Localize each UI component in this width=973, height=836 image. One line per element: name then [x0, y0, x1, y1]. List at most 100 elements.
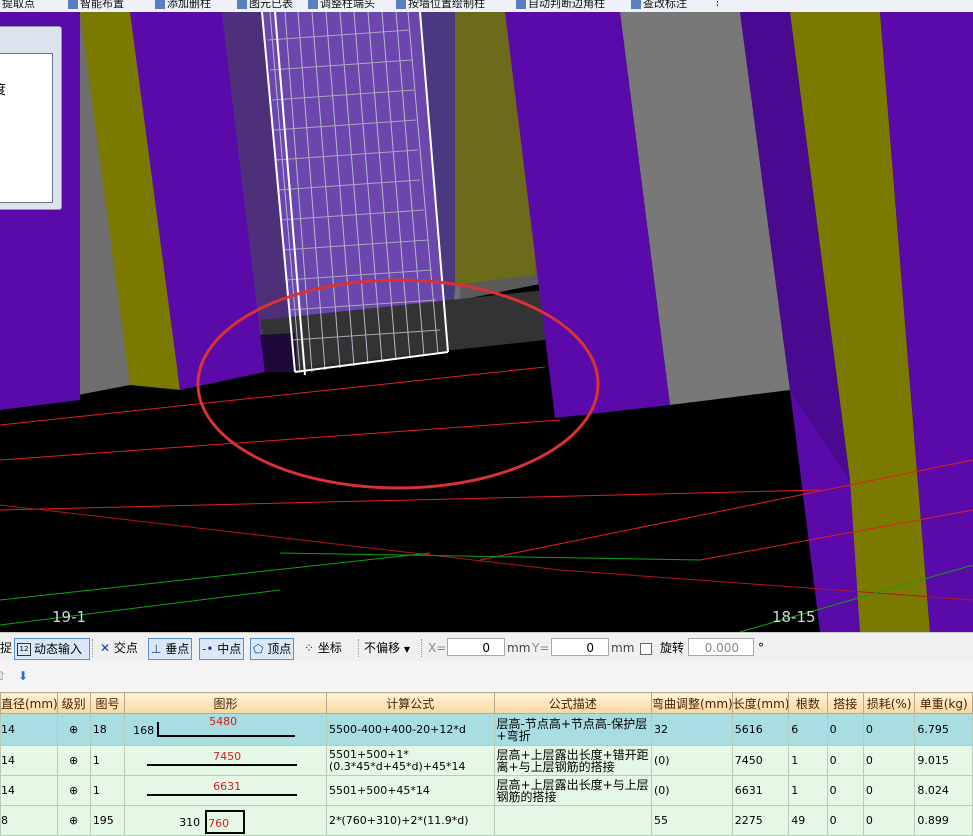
- coordinate-button[interactable]: ⁘ 坐标: [302, 638, 344, 658]
- popup-content: [0, 53, 53, 203]
- 3d-viewport[interactable]: 度 19-1 18-15: [0, 12, 973, 632]
- cell-loss[interactable]: 0: [862, 775, 916, 806]
- cell-loss[interactable]: 0: [862, 745, 916, 776]
- table-row[interactable]: 14 ⊕ 1 6631 5501+500+45*14 层高+上层露出长度+与上层…: [0, 775, 973, 806]
- col-length[interactable]: 长度(mm): [731, 692, 790, 714]
- cell-loss[interactable]: 0: [862, 713, 916, 746]
- toolbar-item-4[interactable]: 调整柱端头: [308, 0, 375, 11]
- toolbar-item-1[interactable]: 智能布置: [68, 0, 124, 11]
- col-bend-adjust[interactable]: 弯曲调整(mm): [650, 692, 733, 714]
- cell-shape[interactable]: 6631: [124, 775, 327, 806]
- perpendicular-button[interactable]: ⊥ 垂点: [148, 638, 193, 660]
- cell-bend-adjust[interactable]: 55: [650, 805, 733, 836]
- cell-formula[interactable]: 2*(760+310)+2*(11.9*d): [325, 805, 495, 836]
- cell-fig-no[interactable]: 195: [89, 805, 126, 836]
- cell-fig-no[interactable]: 1: [89, 745, 126, 776]
- cell-fig-no[interactable]: 1: [89, 775, 126, 806]
- cell-length[interactable]: 6631: [731, 775, 790, 806]
- cell-description[interactable]: 层高+上层露出长度+与上层钢筋的搭接: [493, 775, 652, 806]
- x-label: X=: [428, 641, 447, 655]
- cell-shape[interactable]: 168 5480: [124, 713, 327, 746]
- cell-description[interactable]: 层高-节点高+节点高-保护层+弯折: [493, 713, 652, 746]
- vertex-button[interactable]: ⬠ 顶点: [250, 638, 295, 660]
- y-coordinate-input[interactable]: 0: [551, 638, 609, 656]
- cell-bend-adjust[interactable]: 32: [650, 713, 733, 746]
- cell-diameter[interactable]: 14: [0, 745, 58, 776]
- toolbar-item-6[interactable]: 自动判断边角柱: [516, 0, 605, 11]
- y-unit: mm: [611, 641, 635, 655]
- cell-length[interactable]: 5616: [731, 713, 790, 746]
- cell-formula[interactable]: 5500-400+400-20+12*d: [325, 713, 495, 746]
- cell-unit-weight[interactable]: 8.024: [914, 775, 973, 806]
- table-row[interactable]: 14 ⊕ 1 7450 5501+500+1*(0.3*45*d+45*d)+4…: [0, 745, 973, 776]
- cell-fig-no[interactable]: 18: [89, 713, 126, 746]
- col-diameter[interactable]: 直径(mm): [0, 692, 58, 714]
- midpoint-button[interactable]: -• 中点: [199, 638, 245, 660]
- cell-diameter[interactable]: 8: [0, 805, 58, 836]
- toolbar-item-0[interactable]: 提取点: [2, 0, 35, 11]
- cell-formula[interactable]: 5501+500+1*(0.3*45*d+45*d)+45*14: [325, 745, 495, 776]
- toolbar-item-3[interactable]: 图元已表: [237, 0, 293, 11]
- cell-grade[interactable]: ⊕: [56, 805, 91, 836]
- properties-popup: 度: [0, 26, 62, 210]
- rotate-label: 旋转: [660, 641, 685, 655]
- cell-unit-weight[interactable]: 9.015: [914, 745, 973, 776]
- cell-diameter[interactable]: 14: [0, 713, 58, 746]
- toolbar-more[interactable]: ⋮: [712, 0, 723, 8]
- 3d-scene: [0, 12, 973, 632]
- down-arrow-icon[interactable]: ⬇: [18, 669, 28, 683]
- pin-icon[interactable]: ⇧: [0, 669, 6, 683]
- col-grade[interactable]: 级别: [56, 692, 91, 714]
- x-coordinate-input[interactable]: 0: [447, 638, 505, 656]
- offset-select[interactable]: 不偏移 ▼: [362, 638, 421, 658]
- cell-shape[interactable]: 7450: [124, 745, 327, 776]
- cell-shape[interactable]: 310 760: [124, 805, 327, 836]
- rebar-table: 直径(mm) 级别 图号 图形 计算公式 公式描述 弯曲调整(mm) 长度(mm…: [0, 692, 973, 836]
- cell-length[interactable]: 7450: [731, 745, 790, 776]
- dynamic-input-button[interactable]: 12 动态输入: [14, 638, 90, 660]
- shape-line: [147, 794, 298, 796]
- cell-grade[interactable]: ⊕: [56, 775, 91, 806]
- cell-count[interactable]: 1: [788, 745, 828, 776]
- col-loss[interactable]: 损耗(%): [862, 692, 916, 714]
- column-icon: [155, 0, 165, 9]
- rotate-angle-input[interactable]: 0.000: [688, 638, 754, 656]
- col-formula[interactable]: 计算公式: [325, 692, 495, 714]
- cell-description[interactable]: [493, 805, 652, 836]
- cell-lap[interactable]: 0: [826, 805, 864, 836]
- cell-length[interactable]: 2275: [731, 805, 790, 836]
- cell-lap[interactable]: 0: [826, 713, 864, 746]
- cell-unit-weight[interactable]: 0.899: [914, 805, 973, 836]
- cell-bend-adjust[interactable]: (0): [650, 775, 733, 806]
- toolbar-item-7[interactable]: 查改标注: [631, 0, 687, 11]
- col-shape[interactable]: 图形: [124, 692, 327, 714]
- col-fig-no[interactable]: 图号: [89, 692, 126, 714]
- intersection-button[interactable]: ✕ 交点: [98, 638, 140, 658]
- degree-unit: °: [758, 641, 764, 655]
- cell-description[interactable]: 层高+上层露出长度+错开距离+与上层钢筋的搭接: [493, 745, 652, 776]
- cell-grade[interactable]: ⊕: [56, 745, 91, 776]
- cell-bend-adjust[interactable]: (0): [650, 745, 733, 776]
- cell-lap[interactable]: 0: [826, 775, 864, 806]
- capture-button-partial[interactable]: 捉: [0, 638, 14, 658]
- cell-loss[interactable]: 0: [862, 805, 916, 836]
- cell-count[interactable]: 49: [788, 805, 828, 836]
- separator: [421, 639, 423, 657]
- cell-count[interactable]: 6: [788, 713, 828, 746]
- cell-grade[interactable]: ⊕: [56, 713, 91, 746]
- cell-lap[interactable]: 0: [826, 745, 864, 776]
- table-row[interactable]: 14 ⊕ 18 168 5480 5500-400+400-20+12*d 层高…: [0, 713, 973, 746]
- rotate-checkbox[interactable]: [640, 643, 652, 655]
- table-row[interactable]: 8 ⊕ 195 310 760 2*(760+310)+2*(11.9*d) 5…: [0, 805, 973, 836]
- cell-unit-weight[interactable]: 6.795: [914, 713, 973, 746]
- cell-formula[interactable]: 5501+500+45*14: [325, 775, 495, 806]
- cell-diameter[interactable]: 14: [0, 775, 58, 806]
- axis-label-right: 18-15: [772, 608, 816, 626]
- col-description[interactable]: 公式描述: [493, 692, 652, 714]
- col-lap[interactable]: 搭接: [826, 692, 864, 714]
- col-count[interactable]: 根数: [788, 692, 828, 714]
- toolbar-item-2[interactable]: 添加删柱: [155, 0, 211, 11]
- toolbar-item-5[interactable]: 按墙位置绘制柱: [396, 0, 485, 11]
- col-unit-weight[interactable]: 单重(kg): [914, 692, 973, 714]
- cell-count[interactable]: 1: [788, 775, 828, 806]
